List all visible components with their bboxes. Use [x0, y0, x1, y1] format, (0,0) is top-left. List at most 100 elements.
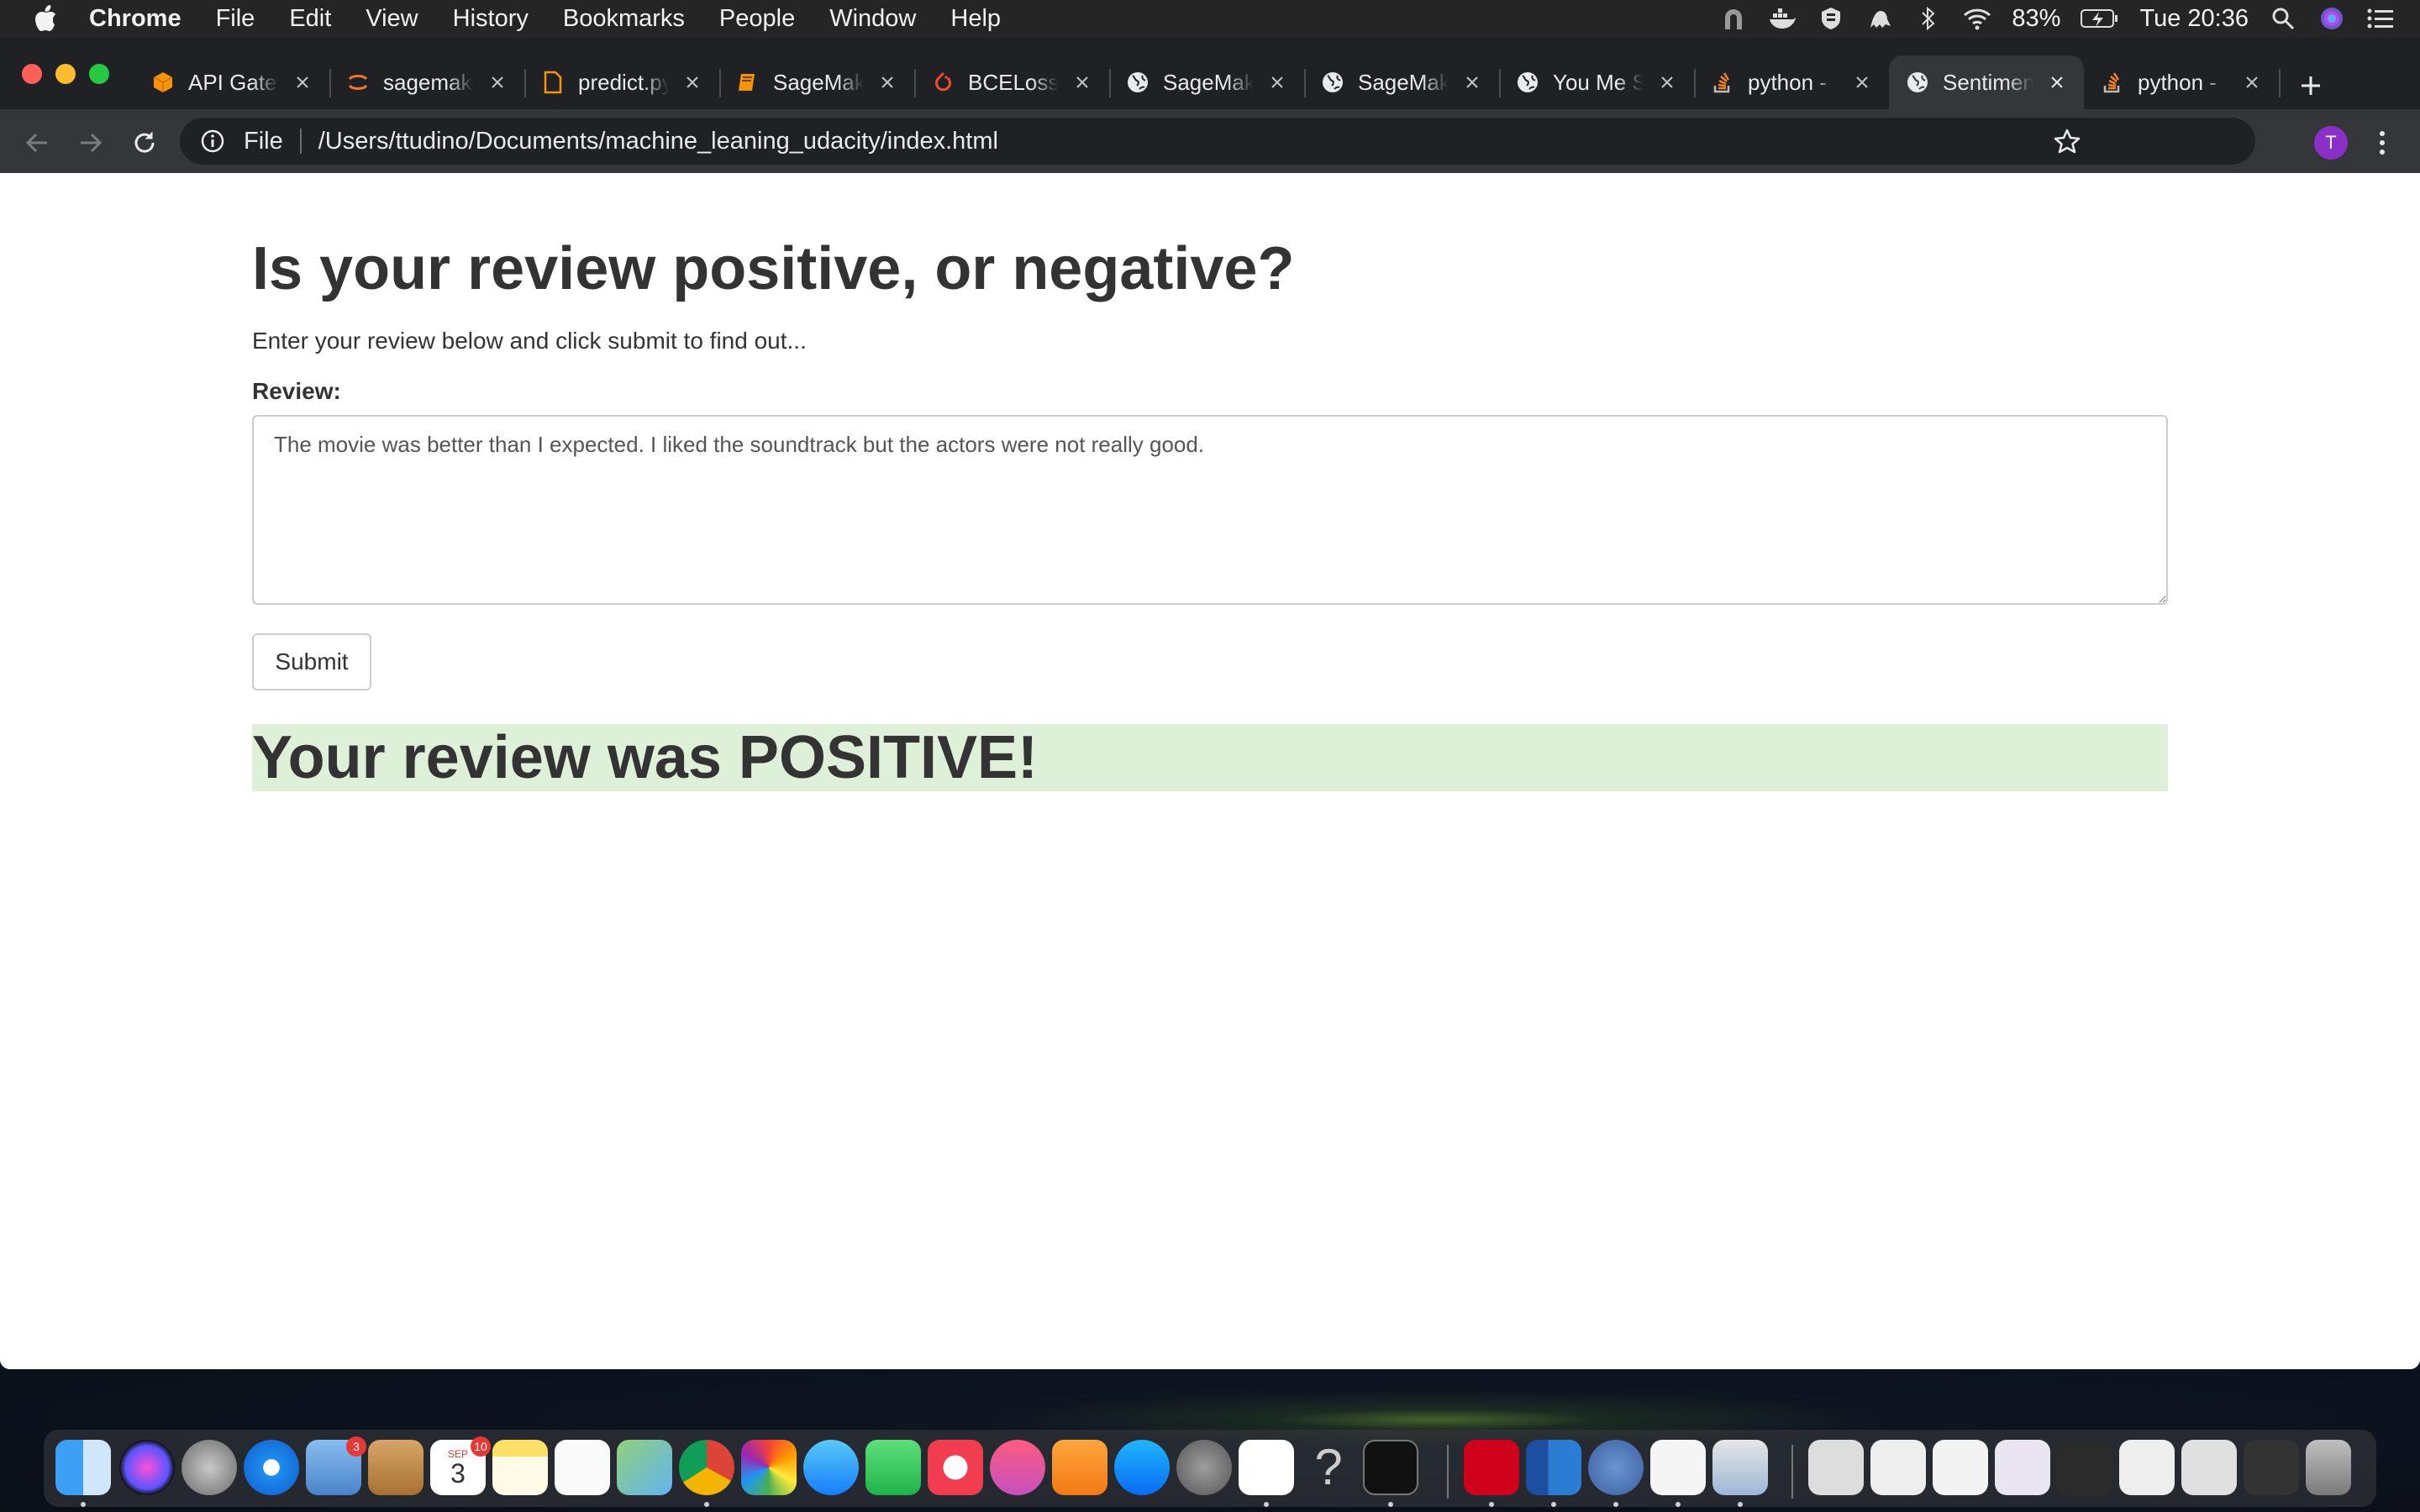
back-arrow-icon[interactable]	[20, 126, 54, 160]
menu-app-chrome[interactable]: Chrome	[89, 5, 182, 33]
close-icon[interactable]	[681, 71, 704, 94]
tab-python-stackoverflow-1[interactable]: python -	[1694, 55, 1889, 109]
vpn-arch-icon[interactable]	[1719, 4, 1748, 33]
menu-window[interactable]: Window	[829, 5, 916, 33]
reminders-icon[interactable]	[555, 1440, 610, 1495]
bluetooth-icon[interactable]	[1914, 4, 1943, 33]
textedit-icon[interactable]	[1650, 1440, 1706, 1495]
word-icon[interactable]	[1526, 1440, 1581, 1495]
help-question-icon[interactable]: ?	[1301, 1440, 1356, 1495]
tab-sagemaker-jupyter[interactable]: sagemaker	[329, 55, 526, 109]
tab-api-gateway[interactable]: API Gateway	[134, 55, 331, 109]
close-icon[interactable]	[2045, 71, 2069, 94]
tab-predict-py[interactable]: predict.py	[524, 55, 721, 109]
launchpad-rocket-icon[interactable]	[182, 1440, 237, 1495]
tab-sentiment-active[interactable]: Sentiment	[1889, 55, 2084, 109]
menu-edit[interactable]: Edit	[289, 5, 331, 33]
menu-file[interactable]: File	[216, 5, 255, 33]
spotlight-search-icon[interactable]	[2269, 4, 2297, 33]
preview-icon[interactable]	[1712, 1440, 1768, 1495]
close-icon[interactable]	[1265, 71, 1289, 94]
minimized-window-thumbnail[interactable]	[2119, 1440, 2175, 1495]
mail-badge: 3	[346, 1436, 366, 1457]
window-minimize-button[interactable]	[55, 64, 76, 84]
menu-bookmarks[interactable]: Bookmarks	[563, 5, 685, 33]
jupyter-icon	[346, 71, 370, 94]
menubar-clock[interactable]: Tue 20:36	[2139, 5, 2249, 33]
close-icon[interactable]	[1071, 71, 1094, 94]
omnibox-divider	[299, 129, 302, 154]
minimized-window-thumbnail[interactable]	[1808, 1440, 1864, 1495]
acrobat-reader-icon[interactable]	[1464, 1440, 1519, 1495]
siri-app-icon[interactable]	[119, 1440, 175, 1495]
close-icon[interactable]	[2240, 71, 2264, 94]
tab-you-me[interactable]: You Me S	[1499, 55, 1696, 109]
minimized-window-thumbnail[interactable]	[1933, 1440, 1988, 1495]
menu-history[interactable]: History	[453, 5, 529, 33]
siri-icon[interactable]	[2317, 4, 2346, 33]
photos-icon[interactable]	[741, 1440, 797, 1495]
battery-charging-icon[interactable]	[2081, 4, 2119, 33]
terminal-icon[interactable]	[1363, 1440, 1418, 1495]
window-zoom-button[interactable]	[89, 64, 109, 84]
address-bar[interactable]: File /Users/ttudino/Documents/machine_le…	[180, 118, 2255, 165]
maps-icon[interactable]	[617, 1440, 672, 1495]
app-store-icon[interactable]	[1114, 1440, 1170, 1495]
facetime-icon[interactable]	[865, 1440, 921, 1495]
wifi-icon[interactable]	[1963, 4, 1991, 33]
close-icon[interactable]	[1655, 71, 1679, 94]
tab-sagemaker-2[interactable]: SageMaker	[1304, 55, 1501, 109]
menu-help[interactable]: Help	[950, 5, 1001, 33]
profile-avatar[interactable]: T	[2314, 126, 2348, 160]
tab-bceloss[interactable]: BCELoss	[914, 55, 1111, 109]
docker-icon[interactable]	[1768, 4, 1797, 33]
notes-icon[interactable]	[492, 1440, 548, 1495]
bookmark-star-icon[interactable]	[2052, 126, 2082, 156]
finder-icon[interactable]	[55, 1440, 111, 1495]
menu-view[interactable]: View	[366, 5, 418, 33]
close-icon[interactable]	[291, 71, 314, 94]
ghost-app-icon[interactable]	[1865, 4, 1894, 33]
site-info-icon[interactable]	[200, 129, 225, 154]
system-preferences-gear-icon[interactable]	[1176, 1440, 1232, 1495]
minimized-window-thumbnail[interactable]	[1995, 1440, 2050, 1495]
r-studio-icon[interactable]	[1588, 1440, 1644, 1495]
minimized-window-thumbnail[interactable]	[2181, 1440, 2237, 1495]
menu-people[interactable]: People	[719, 5, 795, 33]
slack-icon[interactable]	[1239, 1440, 1294, 1495]
window-close-button[interactable]	[22, 64, 42, 84]
close-icon[interactable]	[1850, 71, 1874, 94]
tab-python-stackoverflow-2[interactable]: python -	[2084, 55, 2281, 109]
safari-compass-icon[interactable]	[244, 1440, 299, 1495]
close-icon[interactable]	[876, 71, 899, 94]
messages-icon[interactable]	[803, 1440, 859, 1495]
contacts-icon[interactable]	[368, 1440, 424, 1495]
news-icon[interactable]	[928, 1440, 983, 1495]
running-indicator	[1613, 1502, 1618, 1507]
url-text[interactable]: /Users/ttudino/Documents/machine_leaning…	[318, 128, 998, 155]
minimized-window-thumbnail[interactable]	[1870, 1440, 1926, 1495]
close-icon[interactable]	[1460, 71, 1484, 94]
reload-icon[interactable]	[128, 126, 161, 160]
tab-separator	[2279, 69, 2281, 97]
itunes-music-icon[interactable]	[990, 1440, 1045, 1495]
chrome-app-icon[interactable]	[679, 1440, 734, 1495]
menu-extension-icon[interactable]	[1817, 4, 1845, 33]
tab-sagemaker-1[interactable]: SageMaker	[1109, 55, 1306, 109]
tab-sagemaker-docs[interactable]: SageMaker	[719, 55, 916, 109]
minimized-window-thumbnail[interactable]	[2057, 1440, 2112, 1495]
running-indicator	[1738, 1502, 1743, 1507]
apple-logo-icon[interactable]	[34, 5, 59, 32]
tab-title: SageMaker	[1163, 69, 1254, 95]
minimized-window-thumbnail[interactable]	[2244, 1440, 2299, 1495]
notification-center-icon[interactable]	[2366, 4, 2395, 33]
new-tab-plus-icon[interactable]	[2294, 69, 2328, 102]
forward-arrow-icon[interactable]	[74, 126, 108, 160]
review-textarea[interactable]: The movie was better than I expected. I …	[252, 415, 2168, 605]
books-icon[interactable]	[1052, 1440, 1107, 1495]
trash-icon[interactable]	[2306, 1440, 2351, 1495]
close-icon[interactable]	[486, 71, 509, 94]
running-indicator	[1388, 1502, 1393, 1507]
submit-button[interactable]: Submit	[252, 633, 371, 690]
chrome-menu-kebab-icon[interactable]	[2370, 126, 2395, 160]
